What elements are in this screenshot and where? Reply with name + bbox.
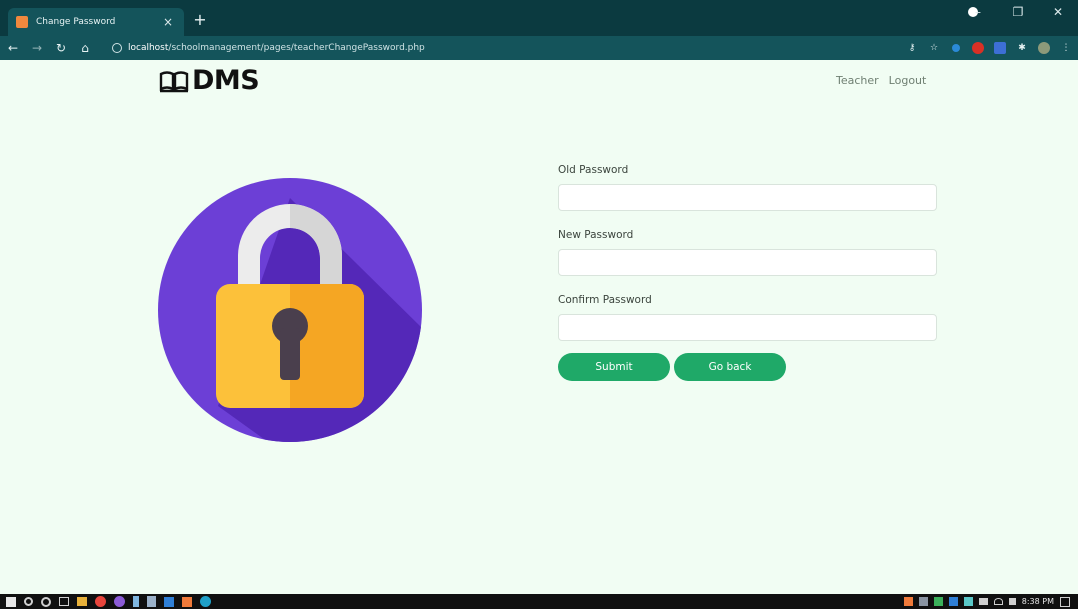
- reload-icon[interactable]: ↻: [50, 37, 72, 59]
- old-password-label: Old Password: [558, 164, 629, 176]
- tray-volume-icon[interactable]: [1008, 598, 1016, 605]
- toolbar-icons: ⚷ ☆ ✱ ⋮: [902, 36, 1078, 60]
- url-path: /schoolmanagement/pages/teacherChangePas…: [168, 43, 425, 53]
- brand-text: DMS: [192, 65, 260, 96]
- form-buttons: Submit Go back: [558, 353, 937, 381]
- browser-tabstrip: Change Password × + – ❐ ✕: [0, 0, 1078, 36]
- new-tab-button[interactable]: +: [190, 10, 210, 30]
- tray-app-green-icon[interactable]: [933, 597, 943, 606]
- app-doc-icon[interactable]: [147, 596, 156, 607]
- tray-app-grey-icon[interactable]: [918, 597, 928, 606]
- close-window-icon[interactable]: ✕: [1038, 0, 1078, 24]
- url-text: localhost/schoolmanagement/pages/teacher…: [128, 43, 425, 53]
- app-purple-icon[interactable]: [114, 596, 125, 607]
- old-password-input[interactable]: [558, 184, 937, 211]
- confirm-password-label: Confirm Password: [558, 294, 652, 306]
- confirm-password-input[interactable]: [558, 314, 937, 341]
- new-password-label: New Password: [558, 229, 634, 241]
- book-icon: [159, 70, 189, 92]
- new-password-input[interactable]: [558, 249, 937, 276]
- app-orange-icon[interactable]: [182, 596, 192, 607]
- submit-button[interactable]: Submit: [558, 353, 670, 381]
- tray-app-blue-icon[interactable]: [948, 597, 958, 606]
- tray-app-orange-icon[interactable]: [903, 597, 913, 606]
- extension-abp-icon[interactable]: [968, 38, 988, 58]
- extension-d-icon[interactable]: [990, 38, 1010, 58]
- nav-logout-link[interactable]: Logout: [889, 74, 927, 87]
- page-content: DMS Teacher Logout Old Password New Pass…: [0, 60, 1078, 594]
- search-icon[interactable]: [24, 597, 33, 606]
- restore-icon[interactable]: ❐: [998, 0, 1038, 24]
- taskbar-apps: [6, 596, 211, 607]
- cortana-icon[interactable]: [41, 596, 51, 607]
- menu-icon[interactable]: ⋮: [1056, 38, 1076, 58]
- file-explorer-icon[interactable]: [77, 597, 87, 606]
- info-icon[interactable]: [112, 43, 122, 53]
- browser-toolbar: ← → ↻ ⌂ localhost/schoolmanagement/pages…: [0, 36, 1078, 60]
- tab-title: Change Password: [36, 17, 116, 27]
- padlock-illustration-icon: [158, 178, 422, 442]
- tray-network-icon[interactable]: [978, 598, 988, 605]
- key-icon[interactable]: ⚷: [902, 38, 922, 58]
- tab-change-password[interactable]: Change Password ×: [8, 8, 184, 36]
- tray-wifi-icon[interactable]: [993, 598, 1003, 605]
- profile-avatar-icon[interactable]: [1034, 38, 1054, 58]
- os-taskbar: 8:38 PM: [0, 594, 1078, 609]
- tray-app-teal-icon[interactable]: [963, 597, 973, 606]
- tab-close-icon[interactable]: ×: [160, 15, 176, 29]
- minimize-icon[interactable]: –: [958, 0, 998, 24]
- change-password-form: Old Password New Password Confirm Passwo…: [558, 164, 937, 381]
- brand-logo[interactable]: DMS: [159, 65, 260, 96]
- chrome-icon[interactable]: [95, 596, 106, 607]
- taskbar-clock[interactable]: 8:38 PM: [1022, 597, 1054, 606]
- go-back-button[interactable]: Go back: [674, 353, 786, 381]
- notification-icon[interactable]: [1060, 596, 1070, 607]
- tab-favicon-icon: [16, 16, 28, 28]
- address-bar[interactable]: localhost/schoolmanagement/pages/teacher…: [112, 38, 948, 58]
- star-icon[interactable]: ☆: [924, 38, 944, 58]
- top-nav: Teacher Logout: [836, 74, 926, 87]
- url-host: localhost: [128, 43, 169, 53]
- extension-audio-icon[interactable]: [946, 38, 966, 58]
- task-view-icon[interactable]: [59, 597, 69, 606]
- nav-teacher-link[interactable]: Teacher: [836, 74, 879, 87]
- app-pen-icon[interactable]: [133, 596, 139, 607]
- edge-icon[interactable]: [200, 596, 211, 607]
- extensions-icon[interactable]: ✱: [1012, 38, 1032, 58]
- app-blue-icon[interactable]: [164, 596, 174, 607]
- forward-icon[interactable]: →: [26, 37, 48, 59]
- window-controls: – ❐ ✕: [958, 0, 1078, 24]
- windows-start-icon[interactable]: [6, 596, 16, 607]
- system-tray: 8:38 PM: [903, 594, 1070, 609]
- home-icon[interactable]: ⌂: [74, 37, 96, 59]
- back-icon[interactable]: ←: [2, 37, 24, 59]
